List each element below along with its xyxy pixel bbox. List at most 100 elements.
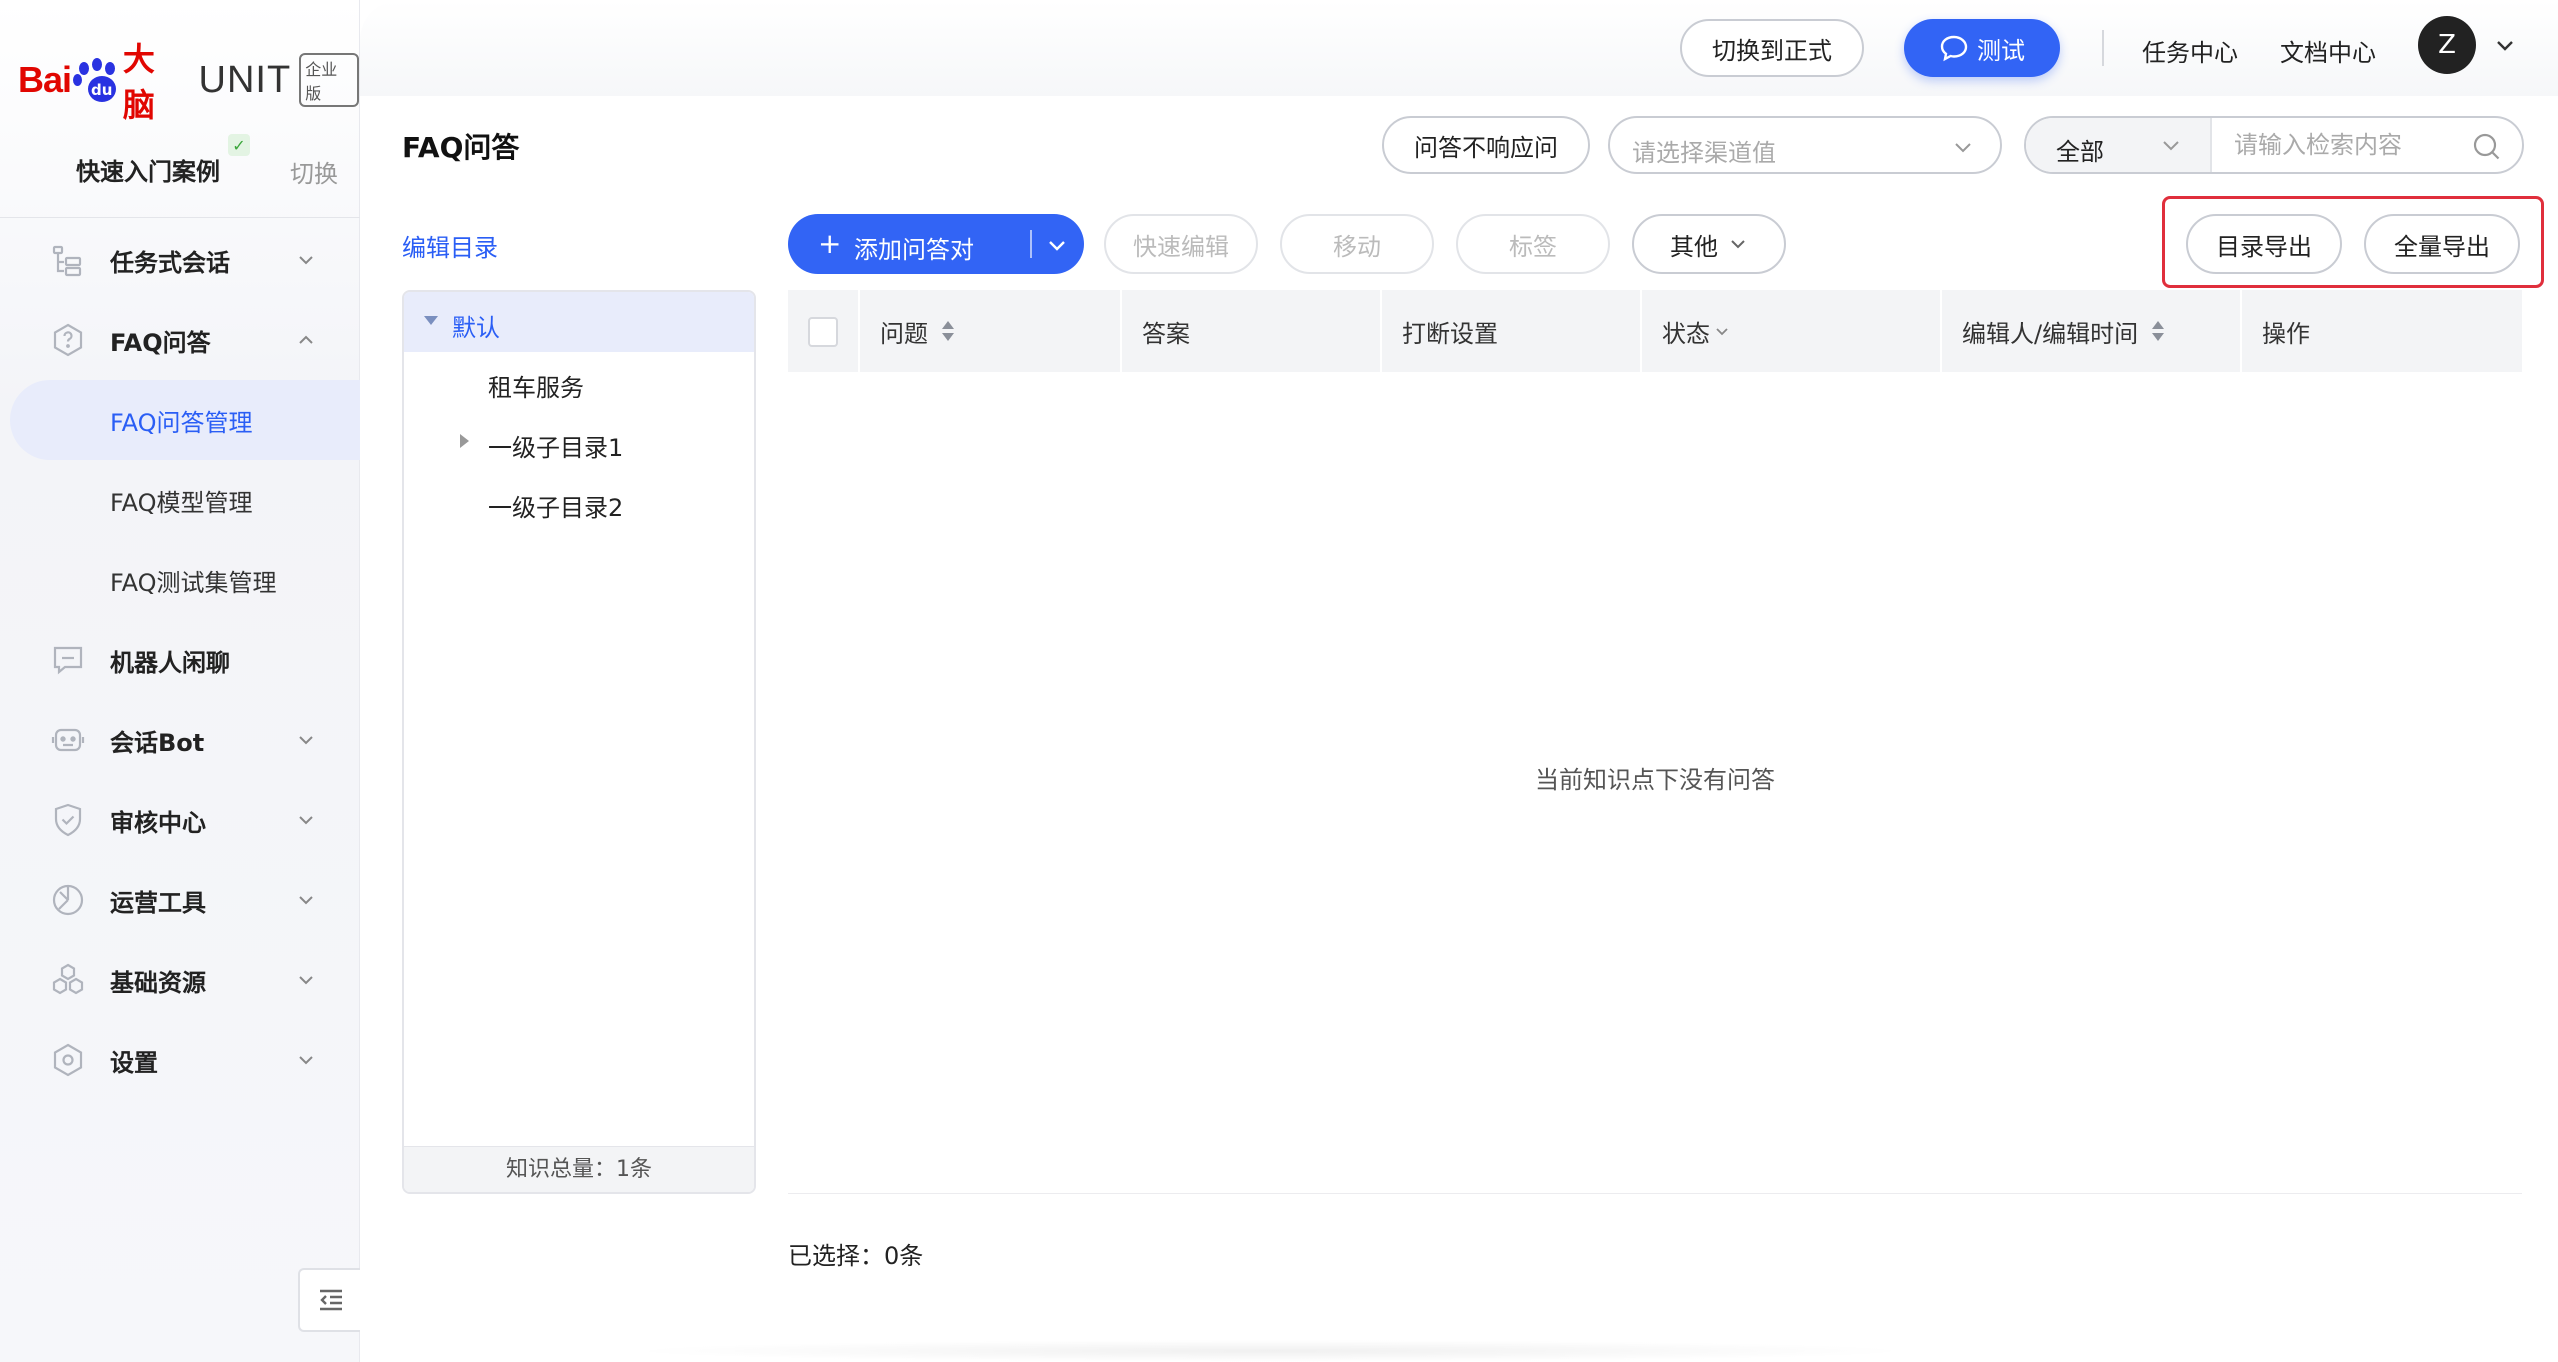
collapse-menu-icon [320, 1289, 342, 1311]
chat-icon [53, 646, 83, 675]
table-header-select-cell [788, 290, 860, 372]
channel-select-placeholder: 请选择渠道值 [1632, 139, 1776, 167]
search-scope-value: 全部 [2056, 138, 2104, 166]
sidebar-item-ops-tools[interactable]: 运营工具 [0, 860, 360, 940]
caret-right-icon[interactable] [460, 434, 469, 448]
chevron-down-icon[interactable] [2494, 34, 2516, 56]
switch-to-formal-button[interactable]: 切换到正式 [1680, 19, 1864, 77]
column-header-editor-time[interactable]: 编辑人/编辑时间 [1942, 290, 2242, 372]
sidebar-item-settings[interactable]: 设置 [0, 1020, 360, 1100]
column-header-label: 操作 [2262, 319, 2310, 348]
plus-icon: + [818, 227, 842, 260]
main-content: 切换到正式 测试 任务中心 文档中心 Z FAQ问答 问答不响应问 请选择渠道值… [360, 0, 2558, 1362]
bot-icon [51, 728, 85, 752]
chevron-down-icon [1955, 143, 1971, 153]
knowledge-total: 知识总量：1条 [404, 1146, 754, 1192]
tag-button[interactable]: 标签 [1456, 214, 1610, 274]
sidebar-item-label: FAQ问答管理 [110, 408, 253, 437]
qa-table: 问题 答案 打断设置 状态 编辑人/编辑时间 操作 当前知识点下没有问答 [788, 290, 2522, 1194]
tree-node-default[interactable]: 默认 [404, 292, 754, 352]
bottom-shadow [620, 1340, 1920, 1362]
tree-node-subdir-2[interactable]: 一级子目录2 [404, 472, 754, 532]
sort-icon[interactable] [940, 319, 956, 343]
sidebar-item-label: FAQ问答 [110, 328, 211, 357]
chevron-down-icon[interactable] [1046, 234, 1068, 256]
sidebar-item-bot[interactable]: 会话Bot [0, 700, 360, 780]
sidebar-item-review[interactable]: 审核中心 [0, 780, 360, 860]
column-header-status[interactable]: 状态 [1642, 290, 1942, 372]
sidebar-item-label: 会话Bot [110, 728, 205, 757]
sidebar-item-faq-testset[interactable]: FAQ测试集管理 [0, 540, 360, 620]
directory-tree: 默认 租车服务 一级子目录1 一级子目录2 知识总量：1条 [402, 290, 756, 1194]
column-header-interrupt: 打断设置 [1382, 290, 1642, 372]
caret-down-icon[interactable] [424, 316, 438, 325]
sidebar-item-chitchat[interactable]: 机器人闲聊 [0, 620, 360, 700]
quick-edit-button[interactable]: 快速编辑 [1104, 214, 1258, 274]
collapse-sidebar-button[interactable] [298, 1268, 362, 1332]
other-button-label: 其他 [1670, 232, 1718, 261]
settings-icon [53, 1043, 83, 1077]
chevron-down-icon [299, 1056, 313, 1065]
task-center-link[interactable]: 任务中心 [2142, 33, 2238, 68]
baidu-unit-logo[interactable]: Bai du 大脑 UNIT 企业版 [18, 40, 359, 124]
chevron-down-icon [299, 896, 313, 905]
sidebar-item-label: 任务式会话 [110, 248, 230, 277]
baidu-paw-icon: du [73, 58, 119, 102]
sidebar-item-label: FAQ模型管理 [110, 488, 253, 517]
select-all-checkbox[interactable] [808, 317, 838, 347]
doc-center-link[interactable]: 文档中心 [2280, 33, 2376, 68]
sort-icon[interactable] [2150, 319, 2166, 343]
search-input[interactable] [2212, 118, 2472, 172]
logo-bai-text: Bai [18, 59, 72, 100]
channel-select[interactable]: 请选择渠道值 [1608, 116, 2002, 174]
sidebar-item-label: 设置 [110, 1048, 158, 1077]
test-button-label: 测试 [1977, 36, 2025, 65]
sidebar-item-faq[interactable]: FAQ问答 [0, 300, 360, 380]
column-header-actions: 操作 [2242, 290, 2522, 372]
logo-du-text: du [91, 81, 113, 99]
search-scope-select[interactable]: 全部 [2026, 118, 2212, 172]
shield-icon [54, 803, 82, 837]
sidebar-item-label: 审核中心 [110, 808, 206, 837]
chevron-down-icon [2163, 141, 2179, 151]
edition-badge: 企业版 [299, 53, 359, 107]
add-qa-pair-label: 添加问答对 [854, 236, 974, 264]
test-button[interactable]: 测试 [1904, 19, 2060, 77]
chevron-down-icon [1731, 240, 1745, 249]
sidebar-item-resources[interactable]: 基础资源 [0, 940, 360, 1020]
column-header-question[interactable]: 问题 [860, 290, 1122, 372]
ops-tool-icon [52, 884, 84, 916]
tree-node-subdir-1[interactable]: 一级子目录1 [404, 412, 754, 472]
tree-node-label: 一级子目录2 [488, 494, 624, 522]
table-header: 问题 答案 打断设置 状态 编辑人/编辑时间 操作 [788, 290, 2522, 372]
edit-directory-link[interactable]: 编辑目录 [402, 228, 498, 263]
sidebar-item-faq-model[interactable]: FAQ模型管理 [0, 460, 360, 540]
add-qa-pair-button[interactable]: + 添加问答对 [788, 214, 1084, 274]
chevron-down-icon [299, 736, 313, 745]
column-header-label: 问题 [880, 319, 928, 348]
no-response-button[interactable]: 问答不响应问 [1382, 116, 1590, 174]
move-button[interactable]: 移动 [1280, 214, 1434, 274]
top-bar: 切换到正式 测试 任务中心 文档中心 Z [360, 0, 2558, 96]
other-button[interactable]: 其他 [1632, 214, 1786, 274]
chevron-down-icon [299, 976, 313, 985]
page-header: FAQ问答 问答不响应问 请选择渠道值 全部 [360, 96, 2558, 196]
tree-node-label: 租车服务 [488, 374, 584, 402]
tree-node-car-rental[interactable]: 租车服务 [404, 352, 754, 412]
resource-icon [52, 963, 84, 995]
export-directory-button[interactable]: 目录导出 [2186, 214, 2342, 274]
sidebar-item-faq-manage[interactable]: FAQ问答管理 [10, 380, 360, 460]
chevron-down-icon [299, 816, 313, 825]
column-header-label: 状态 [1662, 319, 1710, 348]
sidebar-item-task-dialog[interactable]: 任务式会话 [0, 220, 360, 300]
sidebar-divider [0, 217, 360, 218]
quick-start-link[interactable]: 快速入门案例 [76, 152, 220, 187]
user-avatar[interactable]: Z [2418, 16, 2476, 74]
sidebar-item-label: 基础资源 [110, 968, 206, 997]
selected-count: 已选择：0条 [788, 1242, 924, 1270]
switch-link[interactable]: 切换 [290, 154, 338, 189]
search-icon[interactable] [2472, 132, 2502, 162]
logo-danao-text: 大脑 [122, 40, 155, 124]
sidebar-item-label: 运营工具 [110, 888, 206, 917]
export-all-button[interactable]: 全量导出 [2364, 214, 2520, 274]
